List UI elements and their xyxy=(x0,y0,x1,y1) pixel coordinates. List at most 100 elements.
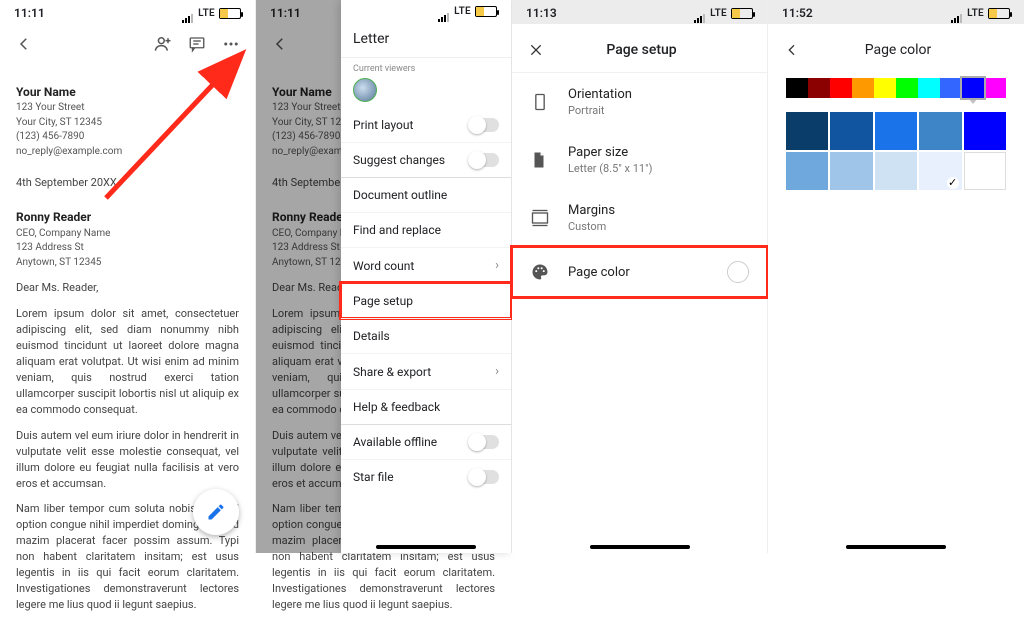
hue-swatch[interactable] xyxy=(830,78,852,98)
hue-swatch[interactable] xyxy=(874,78,896,98)
close-icon[interactable] xyxy=(526,40,546,60)
clock: 11:11 xyxy=(14,6,45,20)
shade-swatch[interactable] xyxy=(964,112,1006,150)
page-setup-header: Page setup xyxy=(512,24,767,73)
screen-page-setup: 11:13 LTE Page setup Orientation Portrai… xyxy=(512,0,768,553)
shade-swatch[interactable] xyxy=(830,152,872,190)
hue-swatch[interactable] xyxy=(984,78,1006,98)
toggle[interactable] xyxy=(469,470,499,484)
menu-word-count[interactable]: Word count › xyxy=(341,247,511,283)
hue-swatch[interactable] xyxy=(918,78,940,98)
body-para-2: Duis autem vel eum iriure dolor in hendr… xyxy=(16,428,239,492)
salutation: Dear Ms. Reader, xyxy=(16,280,239,296)
sender-email: no_reply@example.com xyxy=(16,145,239,160)
menu-details[interactable]: Details xyxy=(341,318,511,353)
menu-label: Share & export xyxy=(353,365,431,379)
hue-swatch[interactable] xyxy=(962,78,984,98)
toggle[interactable] xyxy=(469,435,499,449)
menu-label: Word count xyxy=(353,259,414,273)
toolbar xyxy=(0,24,255,60)
recipient-name: Ronny Reader xyxy=(16,209,239,226)
menu-available-offline[interactable]: Available offline xyxy=(341,424,511,459)
row-value: Letter (8.5" x 11") xyxy=(568,162,749,175)
hue-swatch[interactable] xyxy=(852,78,874,98)
add-person-icon[interactable] xyxy=(153,34,173,54)
menu-page-setup[interactable]: Page setup xyxy=(341,283,511,318)
page-setup-title: Page setup xyxy=(546,42,737,58)
hue-swatch[interactable] xyxy=(896,78,918,98)
menu-label: Print layout xyxy=(353,118,413,132)
shade-grid[interactable] xyxy=(786,112,1006,190)
hue-swatch[interactable] xyxy=(786,78,808,98)
signal-icon xyxy=(694,9,706,17)
row-orientation[interactable]: Orientation Portrait xyxy=(512,73,767,131)
menu-label: Find and replace xyxy=(353,223,441,237)
page-icon xyxy=(530,151,552,169)
menu-star-file[interactable]: Star file xyxy=(341,459,511,494)
row-value: Portrait xyxy=(568,104,749,117)
screen-menu: 11:11 Your Name 123 Your Street Your Cit… xyxy=(256,0,512,553)
toggle[interactable] xyxy=(469,153,499,167)
clock: 11:52 xyxy=(782,6,813,20)
screen-page-color: 11:52 LTE Page color xyxy=(768,0,1024,553)
letter-date: 4th September 20XX xyxy=(16,175,239,191)
menu-label: Available offline xyxy=(353,435,437,449)
row-label: Orientation xyxy=(568,87,749,102)
network-label: LTE xyxy=(198,8,215,19)
document-body: Your Name 123 Your Street Your City, ST … xyxy=(0,60,255,629)
menu-print-layout[interactable]: Print layout xyxy=(341,108,511,142)
comment-icon[interactable] xyxy=(187,34,207,54)
network-label: LTE xyxy=(967,8,984,19)
network-label: LTE xyxy=(710,8,727,19)
body-para-1: Lorem ipsum dolor sit amet, consectetuer… xyxy=(16,306,239,418)
home-indicator xyxy=(376,545,476,549)
menu-label: Star file xyxy=(353,470,394,484)
shade-swatch[interactable] xyxy=(875,152,917,190)
row-margins[interactable]: Margins Custom xyxy=(512,189,767,247)
hue-swatch[interactable] xyxy=(940,78,962,98)
back-icon[interactable] xyxy=(14,34,34,54)
row-page-color[interactable]: Page color xyxy=(512,247,767,297)
menu-help-feedback[interactable]: Help & feedback xyxy=(341,389,511,424)
shade-swatch[interactable] xyxy=(786,112,828,150)
page-color-header: Page color xyxy=(768,24,1024,72)
sender-addr-1: 123 Your Street xyxy=(16,101,239,116)
recipient-addr-1: 123 Address St xyxy=(16,241,239,256)
clock: 11:13 xyxy=(526,6,557,20)
shade-swatch[interactable] xyxy=(919,112,961,150)
menu-find-replace[interactable]: Find and replace xyxy=(341,212,511,247)
shade-swatch[interactable] xyxy=(830,112,872,150)
status-bar: 11:11 LTE xyxy=(0,0,255,24)
recipient-title: CEO, Company Name xyxy=(16,227,239,242)
margins-icon xyxy=(530,208,552,228)
more-icon[interactable] xyxy=(221,34,241,54)
hue-strip[interactable] xyxy=(786,78,1006,98)
menu-label: Document outline xyxy=(353,188,447,202)
menu-suggest-changes[interactable]: Suggest changes xyxy=(341,142,511,177)
edit-fab[interactable] xyxy=(193,489,239,535)
battery-icon xyxy=(731,8,753,19)
back-icon[interactable] xyxy=(782,40,802,60)
signal-icon xyxy=(951,9,963,17)
shade-swatch[interactable] xyxy=(964,152,1006,190)
home-indicator xyxy=(590,545,690,549)
hue-swatch[interactable] xyxy=(808,78,830,98)
row-paper-size[interactable]: Paper size Letter (8.5" x 11") xyxy=(512,131,767,189)
menu-label: Suggest changes xyxy=(353,153,445,167)
current-color-swatch xyxy=(727,261,749,283)
shade-swatch[interactable] xyxy=(919,152,961,190)
shade-swatch[interactable] xyxy=(875,112,917,150)
battery-icon xyxy=(475,6,497,17)
menu-share-export[interactable]: Share & export › xyxy=(341,353,511,389)
toggle[interactable] xyxy=(469,118,499,132)
shade-swatch[interactable] xyxy=(786,152,828,190)
viewer-avatar[interactable] xyxy=(353,78,377,102)
row-value: Custom xyxy=(568,220,749,233)
menu-document-outline[interactable]: Document outline xyxy=(341,177,511,212)
palette-icon xyxy=(530,262,552,282)
network-label: LTE xyxy=(454,6,471,17)
signal-icon xyxy=(438,8,450,16)
page-color-title: Page color xyxy=(802,42,994,58)
row-label: Paper size xyxy=(568,145,749,160)
sheet-title: Letter xyxy=(341,21,511,58)
